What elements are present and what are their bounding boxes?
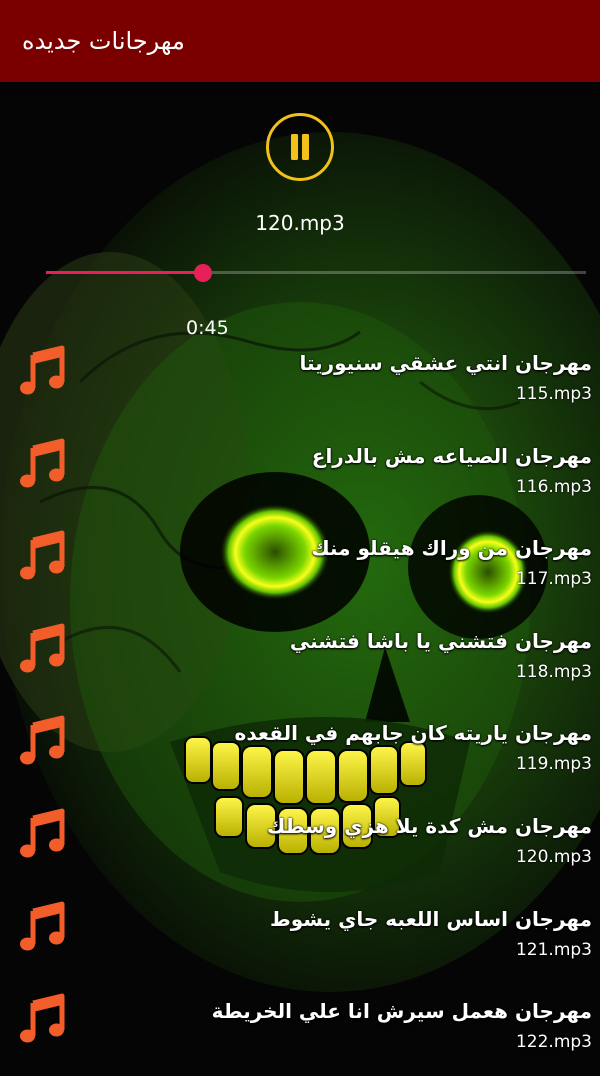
track-filename: 115.mp3 xyxy=(515,384,592,404)
track-title: مهرجان ياريته كان جابهم في القعده xyxy=(234,721,592,746)
music-note-icon xyxy=(20,438,65,488)
track-filename: 121.mp3 xyxy=(515,939,592,960)
seek-bar[interactable] xyxy=(46,262,586,284)
track-list: مهرجان انتي عشقي سنيوريتا 115.mp3 مهرجان ا… xyxy=(0,335,600,1076)
track-title: مهرجان الصياعه مش بالدراع xyxy=(311,443,592,468)
track-filename: 122.mp3 xyxy=(515,1032,592,1053)
music-note-icon xyxy=(20,993,65,1043)
list-item[interactable]: مهرجان اساس اللعبه جاي يشوط 121.mp3 xyxy=(0,891,600,984)
now-playing-file: 120.mp3 xyxy=(255,211,345,235)
track-title: مهرجان هعمل سيرش انا علي الخريطة xyxy=(211,999,592,1024)
seek-progress xyxy=(46,271,203,274)
list-item[interactable]: مهرجان ياريته كان جابهم في القعده 119.mp3 xyxy=(0,705,600,798)
track-title: مهرجان انتي عشقي سنيوريتا xyxy=(299,351,592,375)
music-note-icon xyxy=(20,623,65,673)
list-item[interactable]: مهرجان انتي عشقي سنيوريتا 115.mp3 xyxy=(0,335,600,428)
track-filename: 116.mp3 xyxy=(515,476,592,497)
track-title: مهرجان من وراك هيقلو منك xyxy=(311,536,592,561)
music-note-icon xyxy=(20,808,65,858)
track-title: مهرجان اساس اللعبه جاي يشوط xyxy=(269,906,592,931)
app-bar: مهرجانات جديده xyxy=(0,0,600,82)
track-filename: 119.mp3 xyxy=(515,754,592,775)
track-filename: 118.mp3 xyxy=(515,661,592,682)
pause-icon xyxy=(291,134,309,160)
list-item[interactable]: مهرجان فتشني يا باشا فتشني 118.mp3 xyxy=(0,613,600,706)
music-note-icon xyxy=(20,345,65,395)
music-note-icon xyxy=(20,901,65,951)
pause-button[interactable] xyxy=(266,113,334,181)
app-title: مهرجانات جديده xyxy=(22,27,185,55)
track-title: مهرجان مش كدة يلا هزي وسطك xyxy=(266,813,592,838)
list-item[interactable]: مهرجان الصياعه مش بالدراع 116.mp3 xyxy=(0,428,600,521)
music-note-icon xyxy=(20,530,65,580)
list-item[interactable]: مهرجان مش كدة يلا هزي وسطك 120.mp3 xyxy=(0,798,600,891)
track-filename: 120.mp3 xyxy=(515,846,592,867)
list-item[interactable]: مهرجان هعمل سيرش انا علي الخريطة 122.mp3 xyxy=(0,983,600,1076)
seek-thumb[interactable] xyxy=(193,264,212,282)
track-title: مهرجان فتشني يا باشا فتشني xyxy=(289,628,592,653)
player-content: 120.mp3 0:45 مهرجان انتي عشقي سنيوريتا 11… xyxy=(0,82,600,1067)
track-filename: 117.mp3 xyxy=(515,569,592,590)
list-item[interactable]: مهرجان من وراك هيقلو منك 117.mp3 xyxy=(0,520,600,613)
music-note-icon xyxy=(20,715,65,765)
